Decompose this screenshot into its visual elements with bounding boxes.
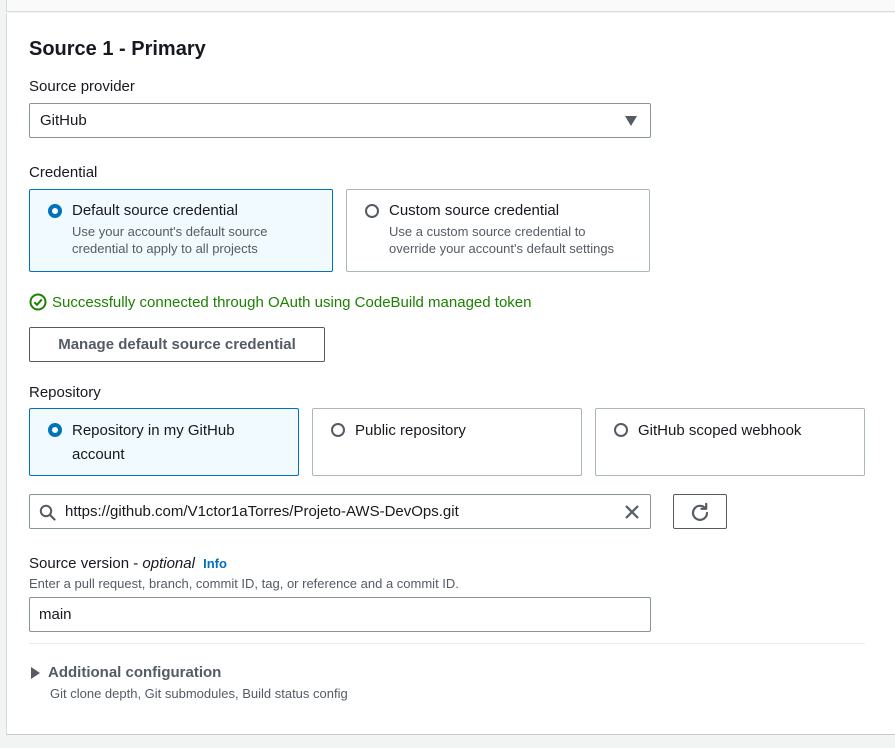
source-provider-label: Source provider xyxy=(29,78,135,95)
divider xyxy=(29,643,865,644)
repo-webhook-title: GitHub scoped webhook xyxy=(638,422,802,439)
source-version-label: Source version - optional Info xyxy=(29,555,227,572)
additional-configuration-desc: Git clone depth, Git submodules, Build s… xyxy=(50,686,348,701)
credential-custom-desc-1: Use a custom source credential to xyxy=(389,224,586,239)
info-link[interactable]: Info xyxy=(203,556,227,571)
radio-unselected-icon xyxy=(614,423,628,437)
credential-default-title: Default source credential xyxy=(72,202,238,219)
repository-url-value: https://github.com/V1ctor1aTorres/Projet… xyxy=(65,503,459,520)
source-version-separator: - xyxy=(129,555,143,572)
repo-webhook-tile[interactable]: GitHub scoped webhook xyxy=(595,408,865,476)
repository-label: Repository xyxy=(29,384,101,401)
previous-section-edge xyxy=(6,0,895,12)
refresh-icon xyxy=(691,502,709,521)
search-icon xyxy=(39,504,56,521)
source-provider-select[interactable]: GitHub xyxy=(29,103,651,138)
repo-my-github-line2: account xyxy=(72,446,125,463)
repo-my-github-tile[interactable]: Repository in my GitHub account xyxy=(29,408,299,476)
credential-default-desc-1: Use your account's default source xyxy=(72,224,268,239)
success-text: Successfully connected through OAuth usi… xyxy=(52,293,532,311)
success-message: Successfully connected through OAuth usi… xyxy=(29,293,531,311)
refresh-button[interactable] xyxy=(673,494,727,529)
caret-down-icon xyxy=(625,116,637,126)
radio-selected-icon xyxy=(48,204,62,218)
credential-default-desc-2: credential to apply to all projects xyxy=(72,241,258,256)
repo-my-github-line1: Repository in my GitHub xyxy=(72,422,235,439)
radio-selected-icon xyxy=(48,423,62,437)
credential-label: Credential xyxy=(29,164,98,181)
credential-default-tile[interactable]: Default source credential Use your accou… xyxy=(29,189,333,272)
credential-custom-desc-2: override your account's default settings xyxy=(389,241,615,256)
additional-configuration-title: Additional configuration xyxy=(48,664,222,681)
source-provider-value: GitHub xyxy=(40,112,87,129)
credential-custom-title: Custom source credential xyxy=(389,202,560,219)
radio-unselected-icon xyxy=(331,423,345,437)
source-version-label-text: Source version xyxy=(29,555,130,572)
repo-public-title: Public repository xyxy=(355,422,466,439)
source-version-value: main xyxy=(39,606,72,623)
credential-custom-tile[interactable]: Custom source credential Use a custom so… xyxy=(346,189,650,272)
caret-right-icon xyxy=(31,666,40,679)
section-title: Source 1 - Primary xyxy=(29,38,206,60)
source-version-hint: Enter a pull request, branch, commit ID,… xyxy=(29,576,459,591)
manage-default-credential-button[interactable]: Manage default source credential xyxy=(29,327,325,362)
additional-configuration-toggle[interactable]: Additional configuration xyxy=(29,664,221,681)
clear-icon[interactable] xyxy=(623,503,641,521)
repo-public-tile[interactable]: Public repository xyxy=(312,408,582,476)
source-version-input[interactable]: main xyxy=(29,597,651,632)
optional-text: optional xyxy=(142,555,195,572)
radio-unselected-icon xyxy=(365,204,379,218)
repository-url-input[interactable]: https://github.com/V1ctor1aTorres/Projet… xyxy=(29,494,651,529)
check-circle-icon xyxy=(29,293,47,311)
